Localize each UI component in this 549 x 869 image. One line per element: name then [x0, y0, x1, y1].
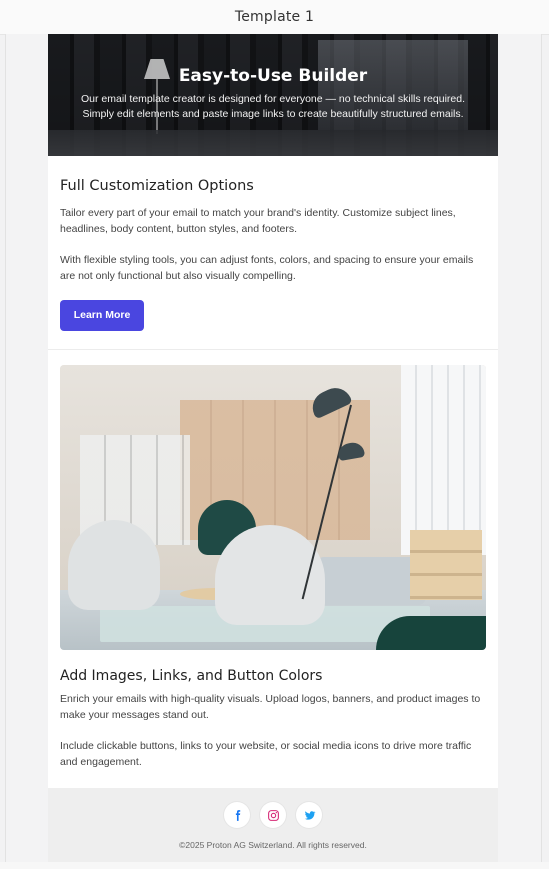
twitter-icon[interactable] [296, 802, 322, 828]
email-template: Easy-to-Use Builder Our email template c… [48, 34, 498, 864]
photo-chair-left [68, 520, 160, 610]
customization-paragraph-2: With flexible styling tools, you can adj… [60, 254, 474, 282]
bottom-edge [0, 862, 549, 869]
photo-plant [376, 616, 486, 650]
facebook-icon[interactable] [224, 802, 250, 828]
social-links [48, 802, 498, 828]
hero-text-block: Easy-to-Use Builder Our email template c… [48, 66, 498, 122]
twitter-glyph [304, 810, 315, 820]
instagram-glyph [267, 809, 279, 821]
learn-more-button[interactable]: Learn More [60, 300, 144, 331]
hero-description: Our email template creator is designed f… [80, 93, 465, 120]
hero-floor [48, 130, 498, 156]
photo-windows [401, 365, 486, 555]
images-links-paragraph-2: Include clickable buttons, links to your… [60, 740, 472, 768]
customization-paragraph-1: Tailor every part of your email to match… [60, 207, 456, 235]
instagram-icon[interactable] [260, 802, 286, 828]
images-links-section: Add Images, Links, and Button Colors Enr… [48, 350, 498, 788]
images-links-paragraph-1: Enrich your emails with high-quality vis… [60, 693, 481, 721]
copyright-text: ©2025 Proton AG Switzerland. All rights … [179, 840, 367, 850]
window-title: Template 1 [234, 9, 315, 25]
facebook-glyph [235, 809, 240, 821]
hero-heading: Easy-to-Use Builder [178, 66, 368, 86]
office-interior-image [60, 365, 486, 650]
photo-shelf [410, 530, 482, 600]
customization-heading: Full Customization Options [60, 178, 254, 194]
email-footer: ©2025 Proton AG Switzerland. All rights … [48, 788, 498, 864]
customization-section: Full Customization Options Tailor every … [48, 156, 498, 350]
hero-banner: Easy-to-Use Builder Our email template c… [48, 34, 498, 156]
images-links-heading: Add Images, Links, and Button Colors [60, 668, 323, 684]
window-titlebar: Template 1 [0, 0, 549, 35]
